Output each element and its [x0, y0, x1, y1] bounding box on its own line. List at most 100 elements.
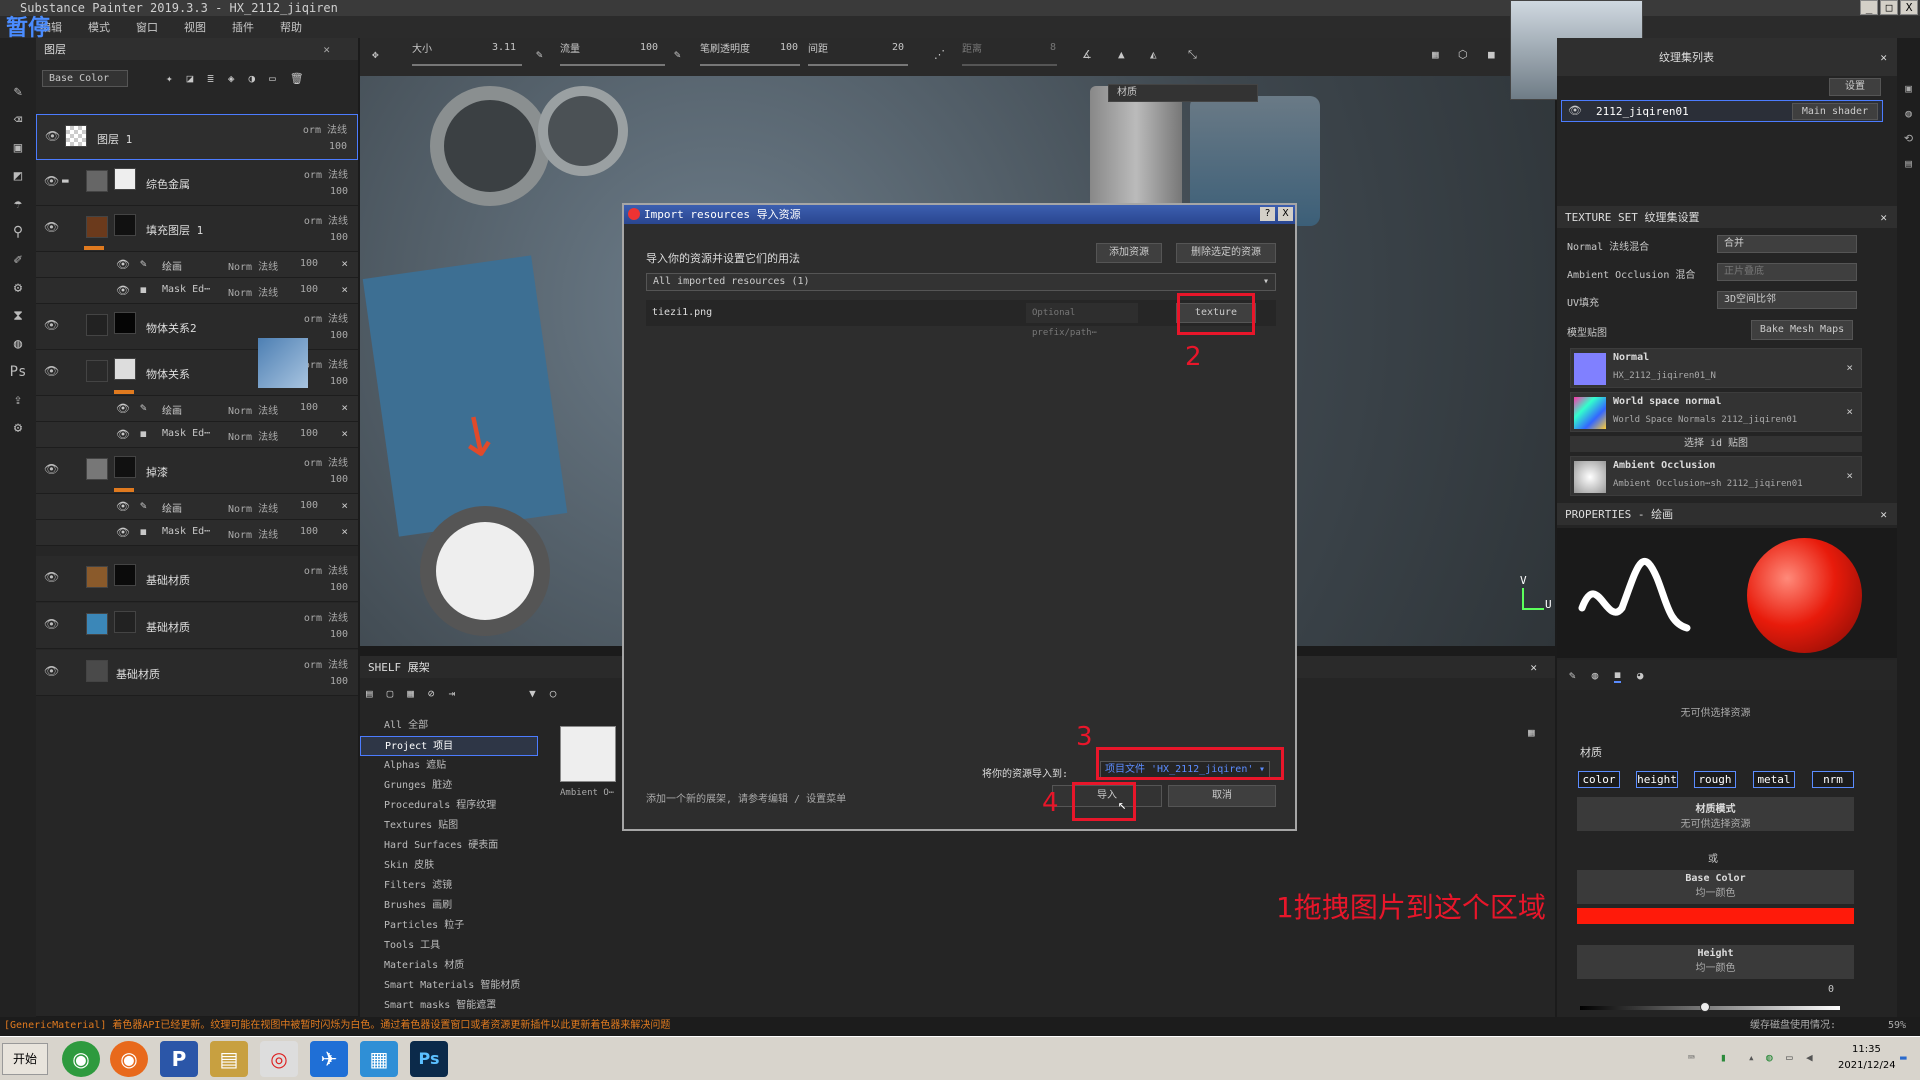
eye-icon[interactable]: 👁: [44, 174, 59, 188]
log-icon[interactable]: ▤: [1897, 157, 1920, 170]
eye-icon[interactable]: 👁: [116, 402, 130, 415]
close-icon[interactable]: ✕: [1880, 51, 1887, 64]
channel-color-chip[interactable]: color: [1578, 771, 1620, 788]
add-folder-icon[interactable]: ▭: [269, 72, 276, 85]
delete-layer-icon[interactable]: 🗑: [290, 72, 304, 85]
remove-icon[interactable]: ×: [341, 283, 348, 296]
add-mask-icon[interactable]: ◪: [187, 72, 194, 85]
spacing-slider[interactable]: [808, 64, 908, 66]
bake-mesh-maps-button[interactable]: Bake Mesh Maps: [1751, 320, 1853, 340]
pen-pressure-icon[interactable]: ✎: [674, 48, 681, 61]
effect-opacity[interactable]: 100: [300, 284, 318, 295]
layer-blend[interactable]: orm 法线: [303, 121, 347, 136]
alpha-tab-icon[interactable]: ◍: [1592, 669, 1599, 682]
notepad-icon[interactable]: ▦: [360, 1041, 398, 1077]
polygon-fill-icon[interactable]: ◩: [8, 166, 28, 186]
filter-icon[interactable]: ▼: [529, 687, 536, 700]
color-picker-icon[interactable]: ✐: [8, 250, 28, 270]
lazy-mouse-icon[interactable]: ⋰: [934, 48, 945, 61]
camera-icon[interactable]: ■: [1488, 48, 1495, 61]
symmetry-mirror-icon[interactable]: ▲: [1118, 48, 1125, 61]
flow-value[interactable]: 100: [640, 42, 658, 53]
refresh-icon[interactable]: ○: [550, 687, 557, 700]
eye-icon[interactable]: 👁: [44, 220, 59, 234]
shelf-item-procedurals[interactable]: Procedurals 程序纹理: [360, 796, 538, 816]
file-explorer-icon[interactable]: ▤: [210, 1041, 248, 1077]
mesh-map-row[interactable]: World space normal World Space Normals 2…: [1570, 392, 1862, 432]
eye-icon[interactable]: 👁: [1568, 104, 1582, 117]
eye-icon[interactable]: 👁: [116, 526, 130, 539]
shelf-item-smart-masks[interactable]: Smart masks 智能遮罩: [360, 996, 538, 1016]
brush-tab-icon[interactable]: ✎: [1569, 669, 1576, 682]
shelf-item-project[interactable]: Project 项目: [360, 736, 538, 756]
effect-blend[interactable]: Norm 法线: [228, 500, 278, 515]
layer-row[interactable]: 👁 物体关系 orm 法线 100: [36, 350, 358, 396]
effect-blend[interactable]: Norm 法线: [228, 428, 278, 443]
effect-row[interactable]: 👁 ✎ 绘画 Norm 法线 100 ×: [36, 252, 358, 278]
shelf-item-alphas[interactable]: Alphas 遮贴: [360, 756, 538, 776]
select-id-map[interactable]: 选择 id 贴图: [1570, 436, 1862, 452]
dialog-close-button[interactable]: X: [1278, 207, 1293, 221]
shelf-thumbnail[interactable]: [560, 726, 616, 782]
hide-icon[interactable]: ⊘: [428, 687, 435, 700]
settings-icon[interactable]: ⚙: [8, 278, 28, 298]
resource-filter-select[interactable]: All imported resources (1) ▾: [646, 273, 1276, 291]
effect-row[interactable]: 👁 ◼ Mask Ed⋯ Norm 法线 100 ×: [36, 278, 358, 304]
plugin-icon[interactable]: ⚙: [8, 418, 28, 438]
history-icon[interactable]: ⟲: [1897, 132, 1920, 145]
menu-help[interactable]: 帮助: [280, 19, 302, 35]
layer-blend[interactable]: orm 法线: [304, 609, 348, 624]
menu-plugins[interactable]: 插件: [232, 19, 254, 35]
effect-blend[interactable]: Norm 法线: [228, 284, 278, 299]
effect-opacity[interactable]: 100: [300, 402, 318, 413]
effect-row[interactable]: 👁 ✎ 绘画 Norm 法线 100 ×: [36, 396, 358, 422]
firefox-icon[interactable]: ◉: [110, 1041, 148, 1077]
chrome-icon[interactable]: ◉: [62, 1041, 100, 1077]
display-icon[interactable]: ▭: [1786, 1051, 1793, 1064]
close-icon[interactable]: ✕: [1880, 508, 1887, 521]
remove-icon[interactable]: ×: [341, 427, 348, 440]
ao-mix-select[interactable]: 正片叠底: [1717, 263, 1857, 281]
effect-row[interactable]: 👁 ✎ 绘画 Norm 法线 100 ×: [36, 494, 358, 520]
smudge-icon[interactable]: ☂: [8, 194, 28, 214]
base-color-select[interactable]: Base Color 均一颜色: [1577, 870, 1854, 904]
layer-opacity[interactable]: 100: [330, 582, 348, 593]
eye-icon[interactable]: 👁: [44, 462, 59, 476]
menu-view[interactable]: 视图: [184, 19, 206, 35]
effect-opacity[interactable]: 100: [300, 428, 318, 439]
remove-icon[interactable]: ×: [341, 401, 348, 414]
spacing-value[interactable]: 20: [892, 42, 904, 53]
app-p-icon[interactable]: P: [160, 1041, 198, 1077]
save-icon[interactable]: ▦: [407, 687, 414, 700]
mesh-map-row[interactable]: Normal HX_2112_jiqiren01_N ×: [1570, 348, 1862, 388]
base-color-swatch[interactable]: [1577, 908, 1854, 924]
effect-blend[interactable]: Norm 法线: [228, 526, 278, 541]
display-icon[interactable]: ◍: [8, 334, 28, 354]
volume-icon[interactable]: ◀: [1806, 1051, 1813, 1064]
texture-set-icon[interactable]: ▣: [1897, 82, 1920, 95]
effect-opacity[interactable]: 100: [300, 258, 318, 269]
close-window-button[interactable]: X: [1900, 0, 1918, 15]
layer-row[interactable]: 👁 图层 1 orm 法线 100: [36, 114, 358, 160]
layer-opacity[interactable]: 100: [330, 474, 348, 485]
stroke-opacity-value[interactable]: 100: [780, 42, 798, 53]
texture-list-settings[interactable]: 设置: [1829, 78, 1881, 96]
minimize-button[interactable]: _: [1860, 0, 1878, 15]
remove-icon[interactable]: ×: [341, 499, 348, 512]
photoshop-export-icon[interactable]: Ps: [8, 362, 28, 382]
layer-row[interactable]: 👁 物体关系2 orm 法线 100: [36, 304, 358, 350]
shader-select[interactable]: Main shader: [1792, 103, 1878, 120]
layer-opacity[interactable]: 100: [329, 141, 347, 152]
layer-row[interactable]: 👁 基础材质 orm 法线 100: [36, 556, 358, 602]
shelf-item-hard-surfaces[interactable]: Hard Surfaces 硬表面: [360, 836, 538, 856]
start-button[interactable]: 开始: [2, 1043, 48, 1075]
add-fill-layer-icon[interactable]: ◈: [228, 72, 235, 85]
layer-opacity[interactable]: 100: [330, 676, 348, 687]
layer-opacity[interactable]: 100: [330, 330, 348, 341]
close-icon[interactable]: ✕: [1880, 211, 1887, 224]
height-value[interactable]: 0: [1828, 984, 1834, 995]
distance-slider[interactable]: [962, 64, 1057, 66]
remove-icon[interactable]: ×: [1846, 361, 1853, 374]
eye-icon[interactable]: 👁: [44, 364, 59, 378]
layer-blend[interactable]: orm 法线: [304, 562, 348, 577]
